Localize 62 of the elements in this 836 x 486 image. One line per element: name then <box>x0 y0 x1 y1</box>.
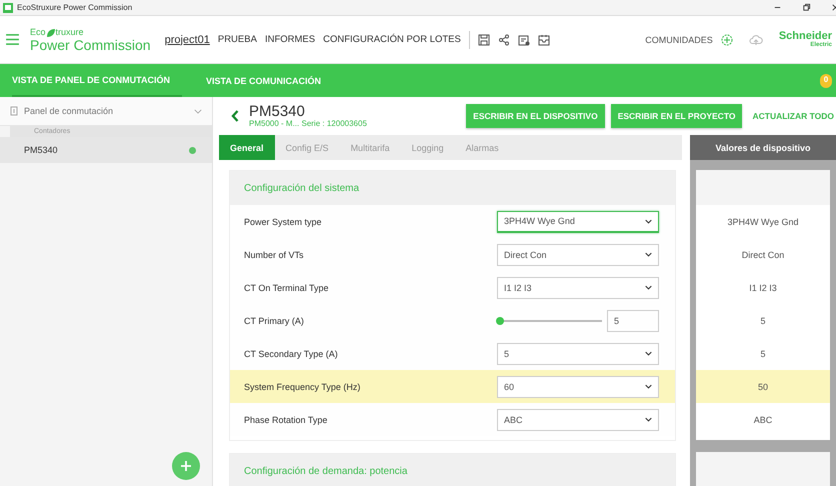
product-logo: Eco truxure Power Commission <box>30 28 151 52</box>
device-value: 50 <box>758 382 768 392</box>
share-icon[interactable] <box>498 34 510 46</box>
tab[interactable]: General <box>219 135 275 160</box>
select-field[interactable]: I1 I2 I3 <box>497 276 659 298</box>
app-icon <box>3 2 13 12</box>
select-field[interactable]: 60 <box>497 376 659 398</box>
device-title: PM5340 <box>249 104 306 119</box>
caret-icon[interactable] <box>645 417 652 422</box>
number-input[interactable]: 5 <box>607 310 659 332</box>
caret-icon[interactable] <box>645 218 652 224</box>
device-value: 3PH4W Wye Gnd <box>728 216 798 226</box>
panel-title[interactable]: Panel de conmutación <box>24 106 114 116</box>
action-link[interactable]: ACTUALIZAR TODO <box>748 111 836 121</box>
tab[interactable]: Multitarifa <box>340 135 401 160</box>
field-label: CT On Terminal Type <box>244 282 330 292</box>
device-value: 5 <box>760 348 766 358</box>
device-value: Direct Con <box>742 250 784 260</box>
caret-icon[interactable] <box>645 351 652 356</box>
clipboard-icon[interactable] <box>518 34 530 46</box>
menu-link[interactable]: CONFIGURACIÓN POR LOTES <box>323 34 461 45</box>
back-icon[interactable] <box>231 110 239 122</box>
select-field[interactable]: 5 <box>497 342 659 364</box>
field-label: Power System type <box>244 216 323 226</box>
restore-icon[interactable] <box>802 3 811 12</box>
communities-label[interactable]: COMUNIDADES <box>645 34 713 44</box>
device-value: I1 I2 I3 <box>749 282 777 292</box>
select-field[interactable]: ABC <box>497 408 659 430</box>
tab[interactable]: Config E/S <box>274 135 340 160</box>
field-label: Number of VTs <box>244 250 305 260</box>
action-button[interactable]: ESCRIBIR EN EL PROYECTO <box>610 104 742 128</box>
field-label: CT Primary (A) <box>244 316 305 326</box>
inbox-icon[interactable] <box>538 34 550 46</box>
device-value: ABC <box>754 414 772 424</box>
tab[interactable]: Logging <box>400 135 455 160</box>
section-header[interactable]: Configuración del sistema <box>230 171 675 205</box>
serial-label: Serie <box>301 119 320 128</box>
chevron-down-icon[interactable] <box>194 108 202 114</box>
field-label: CT Secondary Type (A) <box>244 348 339 358</box>
menu-link[interactable]: PRUEBA <box>218 34 257 45</box>
menu-link[interactable]: INFORMES <box>264 34 316 45</box>
caret-icon[interactable] <box>645 384 652 389</box>
serial-number: : 120003605 <box>322 119 367 128</box>
device-model: PM5000 - M... <box>249 119 300 128</box>
action-button[interactable]: ESCRIBIR EN EL DISPOSITIVO <box>466 104 605 128</box>
panel-icon <box>10 106 18 116</box>
section-header[interactable]: Configuración de demanda: potencia <box>230 454 675 486</box>
caret-icon[interactable] <box>645 285 652 290</box>
window-title: EcoStruxure Power Commission <box>17 3 132 12</box>
view-tab[interactable]: VISTA DE COMUNICACIÓN <box>206 64 334 97</box>
field-label: Phase Rotation Type <box>244 414 328 424</box>
tab[interactable]: Alarmas <box>454 135 510 160</box>
select-field[interactable]: Direct Con <box>497 244 659 266</box>
device-name: PM5340 <box>24 145 58 155</box>
device-value: 5 <box>760 316 766 326</box>
save-icon[interactable] <box>478 34 490 46</box>
caret-icon[interactable] <box>645 252 652 257</box>
menu-link[interactable]: project01 <box>164 34 210 46</box>
device-values-header: Valores de dispositivo <box>690 135 836 160</box>
select-field[interactable]: 3PH4W Wye Gnd <box>497 210 659 232</box>
device-item[interactable]: PM5340 <box>0 137 212 163</box>
field-label: System Frequency Type (Hz) <box>244 382 362 392</box>
